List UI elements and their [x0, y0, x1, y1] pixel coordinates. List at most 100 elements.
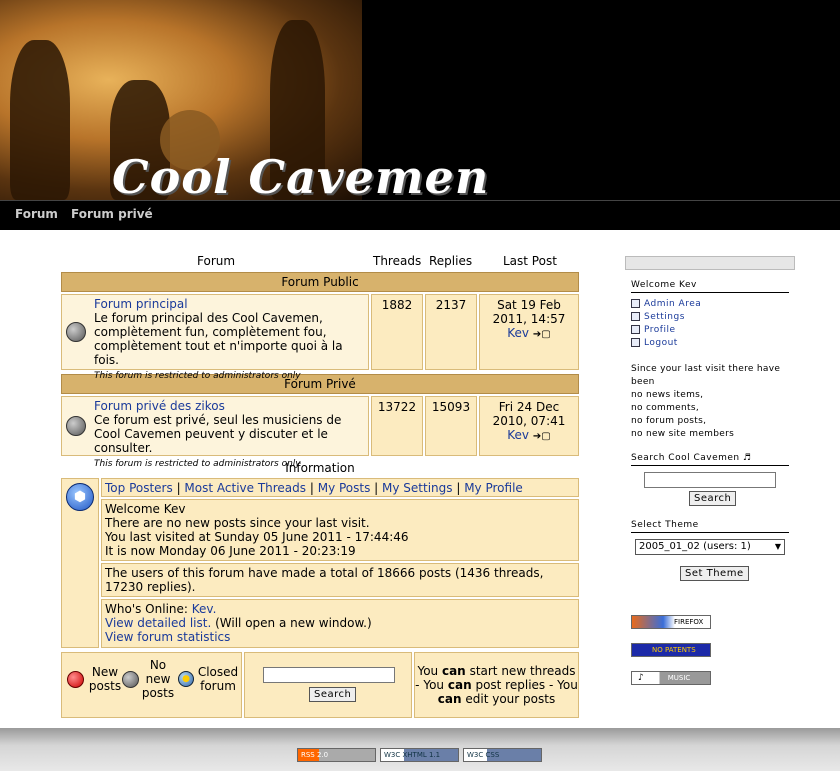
forum-description: Le forum principal des Cool Cavemen, com…	[94, 311, 343, 367]
theme-selected-value: 2005_01_02 (users: 1)	[639, 541, 751, 552]
theme-heading: Select Theme	[631, 520, 789, 533]
my-posts-link[interactable]: My Posts	[318, 481, 371, 495]
forum-description: Ce forum est privé, seul les musiciens d…	[94, 413, 342, 455]
nav-forum[interactable]: Forum	[15, 207, 58, 221]
no-new-posts-icon	[66, 322, 86, 342]
info-links: Top Posters | Most Active Threads | My P…	[101, 478, 579, 497]
forum-search-button[interactable]: Search	[309, 687, 357, 702]
music-badge[interactable]: ♪ MUSIC	[631, 671, 711, 685]
online-user-link[interactable]: Kev.	[192, 602, 217, 616]
goto-post-icon[interactable]: ➔▢	[533, 329, 551, 340]
sidebar: Welcome Kev Admin Area Settings Profile …	[625, 256, 795, 695]
no-patents-badge[interactable]: NO PATENTS	[631, 643, 711, 657]
current-time-text: It is now Monday 06 June 2011 - 20:23:19	[105, 544, 356, 558]
last-post-cell: Fri 24 Dec 2010, 07:41 Kev ➔▢	[479, 396, 579, 456]
forum-search-input[interactable]	[263, 667, 395, 683]
chevron-down-icon: ▼	[774, 542, 781, 551]
sidebar-item-label[interactable]: Settings	[644, 312, 685, 322]
forum-statistics-link[interactable]: View forum statistics	[105, 630, 230, 644]
thread-count: 1882	[371, 294, 423, 370]
most-active-threads-link[interactable]: Most Active Threads	[184, 481, 306, 495]
last-post-date: Fri 24 Dec 2010, 07:41	[492, 400, 566, 428]
welcome-box: Welcome Kev There are no new posts since…	[101, 499, 579, 561]
site-logo-text: Cool Cavemen	[112, 150, 490, 200]
top-posters-link[interactable]: Top Posters	[105, 481, 173, 495]
welcome-text: Welcome Kev	[105, 502, 186, 516]
no-new-posts-icon	[122, 671, 139, 688]
firefox-badge[interactable]: FIREFOX	[631, 615, 711, 629]
search-heading: Search Cool Cavemen ♬	[631, 453, 789, 466]
css-badge-label: W3C CSS	[467, 751, 500, 759]
music-badge-label: MUSIC	[667, 674, 691, 682]
closed-forum-icon: ●	[178, 671, 194, 687]
icon-legend: New posts No new posts ● Closed forum	[61, 652, 242, 718]
forum-title-link[interactable]: Forum privé des zikos	[94, 399, 225, 413]
reply-count: 2137	[425, 294, 477, 370]
perm-edit: edit your posts	[465, 692, 556, 706]
legend-no-new: No new posts	[141, 658, 175, 700]
footer: RSS 2.0 W3C XHTML 1.1 W3C CSS	[0, 728, 840, 771]
thread-count: 13722	[371, 396, 423, 456]
stat-members: no new site members	[631, 429, 735, 439]
since-visit-text: Since your last visit there have been no…	[631, 363, 791, 441]
sidebar-badges: FIREFOX NO PATENTS ♪ MUSIC	[625, 615, 795, 695]
since-visit-label: Since your last visit there have been	[631, 364, 781, 387]
checkbox-icon	[631, 312, 640, 321]
last-post-date: Sat 19 Feb 2011, 14:57	[492, 298, 566, 326]
sidebar-item-profile[interactable]: Profile	[631, 323, 795, 336]
last-post-user[interactable]: Kev	[507, 428, 529, 442]
stat-comments: no comments,	[631, 403, 699, 413]
search-title: Search Cool Cavemen	[631, 453, 740, 463]
perm-text: You	[417, 664, 439, 678]
col-last-post: Last Post	[503, 254, 557, 268]
sidebar-top-bar	[625, 256, 795, 270]
col-forum: Forum	[197, 254, 236, 268]
detailed-list-note: (Will open a new window.)	[215, 616, 372, 630]
perm-can: can	[441, 664, 466, 678]
col-threads: Threads	[373, 254, 422, 268]
music-note-icon: ♪	[638, 673, 644, 683]
my-settings-link[interactable]: My Settings	[382, 481, 453, 495]
set-theme-button[interactable]: Set Theme	[680, 566, 749, 581]
perm-text: You	[423, 678, 445, 692]
no-patents-badge-label: NO PATENTS	[652, 646, 696, 654]
my-profile-link[interactable]: My Profile	[464, 481, 523, 495]
top-navigation: Forum Forum privé	[0, 200, 840, 230]
col-replies: Replies	[429, 254, 473, 268]
last-post-cell: Sat 19 Feb 2011, 14:57 Kev ➔▢	[479, 294, 579, 370]
checkbox-icon	[631, 338, 640, 347]
new-posts-icon	[67, 671, 84, 688]
site-search-input[interactable]	[644, 472, 776, 488]
stat-forum-posts: no forum posts,	[631, 416, 707, 426]
sidebar-item-admin-area[interactable]: Admin Area	[631, 297, 795, 310]
sidebar-item-label[interactable]: Profile	[644, 325, 675, 335]
last-visited-text: You last visited at Sunday 05 June 2011 …	[105, 530, 409, 544]
forum-index: Forum Threads Replies Last Post Forum Pu…	[61, 252, 579, 718]
perm-replies: post replies - You	[475, 678, 578, 692]
last-post-user[interactable]: Kev	[507, 326, 529, 340]
permissions-box: You can start new threads - You can post…	[414, 652, 579, 718]
bottom-row: New posts No new posts ● Closed forum Se…	[61, 652, 579, 718]
forum-row: Forum privé des zikos Ce forum est privé…	[61, 396, 579, 469]
perm-can: can	[447, 678, 472, 692]
sidebar-item-logout[interactable]: Logout	[631, 336, 795, 349]
xhtml-badge[interactable]: W3C XHTML 1.1	[380, 748, 459, 762]
whos-online-label: Who's Online:	[105, 602, 188, 616]
no-new-posts-icon	[66, 416, 86, 436]
legend-closed: Closed forum	[197, 665, 239, 693]
theme-select[interactable]: 2005_01_02 (users: 1) ▼	[635, 539, 785, 555]
sidebar-item-settings[interactable]: Settings	[631, 310, 795, 323]
css-badge[interactable]: W3C CSS	[463, 748, 542, 762]
goto-post-icon[interactable]: ➔▢	[533, 431, 551, 442]
forum-stats-box: The users of this forum have made a tota…	[101, 563, 579, 597]
detailed-list-link[interactable]: View detailed list.	[105, 616, 211, 630]
site-search-button[interactable]: Search	[689, 491, 737, 506]
xhtml-badge-label: W3C XHTML 1.1	[384, 751, 441, 759]
whos-online-box: Who's Online: Kev. View detailed list. (…	[101, 599, 579, 648]
information-panel: ⬢ Top Posters | Most Active Threads | My…	[61, 478, 579, 648]
rss-badge[interactable]: RSS 2.0	[297, 748, 376, 762]
nav-forum-prive[interactable]: Forum privé	[71, 207, 153, 221]
sidebar-item-label[interactable]: Logout	[644, 338, 678, 348]
forum-title-link[interactable]: Forum principal	[94, 297, 188, 311]
sidebar-item-label[interactable]: Admin Area	[644, 299, 701, 309]
